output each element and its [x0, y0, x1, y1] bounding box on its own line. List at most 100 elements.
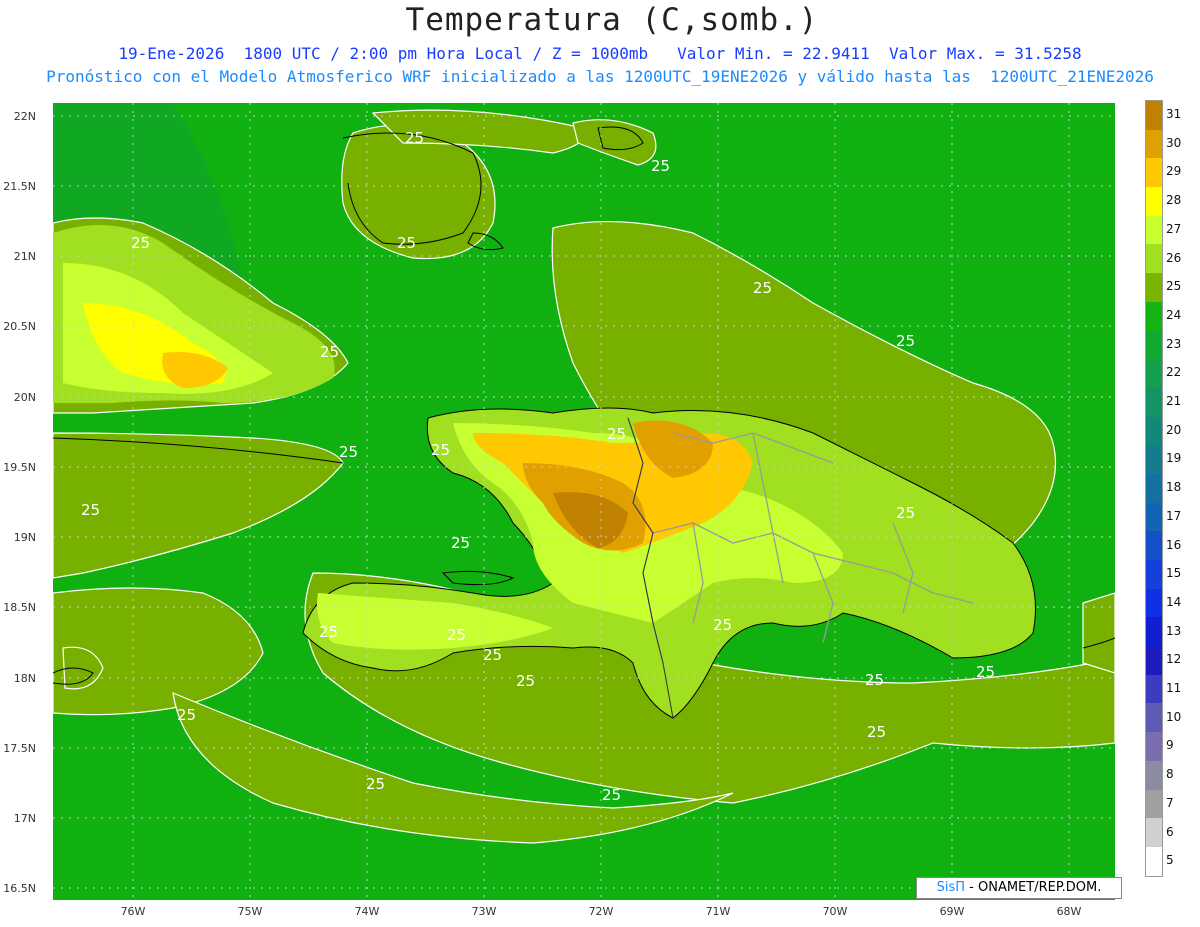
colorbar-label: 6 — [1166, 824, 1174, 839]
lon-label: 68W — [1056, 905, 1082, 918]
colorbar-segment — [1146, 187, 1162, 216]
colorbar-label: 25 — [1166, 279, 1182, 294]
lat-label: 17N — [13, 812, 36, 825]
lat-label: 20.5N — [3, 320, 36, 333]
lat-label: 18.5N — [3, 601, 36, 614]
colorbar-segment — [1146, 473, 1162, 503]
brand-logo-text: SisΠ — [936, 880, 966, 895]
colorbar-label: 8 — [1166, 767, 1174, 782]
colorbar-label: 19 — [1166, 451, 1182, 466]
contour-label-25: 25 — [896, 504, 915, 522]
colorbar-label: 9 — [1166, 738, 1174, 753]
contour-label-25: 25 — [366, 775, 385, 793]
colorbar-segment — [1146, 588, 1162, 618]
contour-label-25: 25 — [431, 441, 450, 459]
colorbar-segment — [1146, 560, 1162, 589]
colorbar-segment — [1146, 732, 1162, 761]
contour-label-25: 25 — [483, 646, 502, 664]
lon-label: 73W — [471, 905, 497, 918]
colorbar-segment — [1146, 617, 1162, 647]
colorbar-label: 10 — [1166, 709, 1182, 724]
colorbar-label: 24 — [1166, 307, 1182, 322]
colorbar-label: 28 — [1166, 193, 1182, 208]
colorbar-label: 29 — [1166, 164, 1182, 179]
contour-label-25: 25 — [976, 663, 995, 681]
lon-label: 75W — [237, 905, 263, 918]
colorbar-label: 16 — [1166, 537, 1182, 552]
contour-label-25: 25 — [896, 332, 915, 350]
colorbar-segment — [1146, 846, 1162, 876]
contour-label-25: 25 — [177, 706, 196, 724]
colorbar-label: 27 — [1166, 221, 1182, 236]
lat-label: 17.5N — [3, 742, 36, 755]
lon-label: 71W — [705, 905, 731, 918]
contour-label-25: 25 — [753, 279, 772, 297]
colorbar-segment — [1146, 273, 1162, 302]
colorbar-segment — [1146, 101, 1162, 130]
colorbar-label: 26 — [1166, 250, 1182, 265]
credit-text: - ONAMET/REP.DOM. — [969, 880, 1102, 895]
colorbar-label: 12 — [1166, 652, 1182, 667]
colorbar-segment — [1146, 359, 1162, 388]
colorbar-segment — [1146, 215, 1162, 245]
contour-label-25: 25 — [339, 443, 358, 461]
chart-title: Temperatura (C,somb.) — [405, 2, 819, 38]
lon-label: 76W — [120, 905, 146, 918]
lon-label: 74W — [354, 905, 380, 918]
contour-label-25: 25 — [865, 671, 884, 689]
colorbar-segment — [1146, 674, 1162, 704]
colorbar-segment — [1146, 502, 1162, 532]
colorbar-label: 30 — [1166, 135, 1182, 150]
colorbar-label: 13 — [1166, 623, 1182, 638]
colorbar-segment — [1146, 129, 1162, 159]
lon-label: 70W — [822, 905, 848, 918]
colorbar-label: 18 — [1166, 480, 1182, 495]
subtitle-model-info: Pronóstico con el Modelo Atmosferico WRF… — [46, 67, 1154, 86]
subtitle-valid-time: 19-Ene-2026 1800 UTC / 2:00 pm Hora Loca… — [118, 44, 1082, 63]
colorbar-segment — [1146, 760, 1162, 790]
colorbar-segment — [1146, 416, 1162, 446]
lat-label: 20N — [13, 391, 36, 404]
contour-label-25: 25 — [319, 623, 338, 641]
colorbar-label: 20 — [1166, 422, 1182, 437]
colorbar-label: 21 — [1166, 394, 1182, 408]
colorbar-segment — [1146, 646, 1162, 675]
lon-label: 72W — [588, 905, 614, 918]
lon-label: 69W — [939, 905, 965, 918]
colorbar-label: 7 — [1166, 795, 1174, 810]
contour-label-25: 25 — [451, 534, 470, 552]
colorbar-segment — [1146, 789, 1162, 819]
colorbar-segment — [1146, 703, 1162, 733]
colorbar-segment — [1146, 301, 1162, 331]
contour-label-25: 25 — [397, 234, 416, 252]
colorbar-segment — [1146, 445, 1162, 474]
contour-label-25: 25 — [516, 672, 535, 690]
contour-label-25: 25 — [867, 723, 886, 741]
contour-label-25: 25 — [405, 129, 424, 147]
colorbar-segment — [1146, 330, 1162, 360]
contour-label-25: 25 — [131, 234, 150, 252]
contour-label-25: 25 — [651, 157, 670, 175]
colorbar-segment — [1146, 387, 1162, 417]
contour-label-25: 25 — [447, 626, 466, 644]
lat-label: 19.5N — [3, 461, 36, 474]
lat-label: 16.5N — [3, 882, 36, 895]
temperature-map: 25 25 25 25 25 25 25 25 25 25 25 25 25 25 25 25 25 25 25 25… — [52, 103, 1116, 900]
colorbar-label: 22 — [1166, 365, 1182, 380]
colorbar-label: 5 — [1166, 853, 1174, 868]
colorbar — [1145, 100, 1163, 877]
colorbar-label: 11 — [1166, 681, 1182, 695]
colorbar-label: 14 — [1166, 594, 1182, 609]
lat-label: 18N — [13, 672, 36, 685]
lat-label: 22N — [13, 110, 36, 123]
colorbar-segment — [1146, 818, 1162, 847]
map-canvas: 25 25 25 25 25 25 25 25 25 25 25 25 25 25 25 25 25 25 25 25… — [52, 103, 1116, 900]
colorbar-label: 23 — [1166, 336, 1182, 351]
lat-label: 21N — [13, 250, 36, 263]
contour-label-25: 25 — [320, 343, 339, 361]
contour-label-25: 25 — [602, 786, 621, 804]
colorbar-label: 31 — [1166, 107, 1182, 121]
lat-label: 19N — [13, 531, 36, 544]
lat-label: 21.5N — [3, 180, 36, 193]
colorbar-label: 17 — [1166, 508, 1182, 523]
